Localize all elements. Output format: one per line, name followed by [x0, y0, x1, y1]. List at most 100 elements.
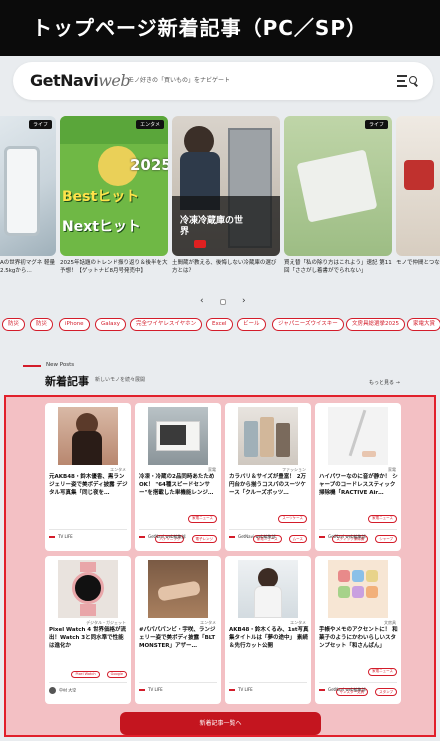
card-category: エンタメ	[136, 120, 164, 129]
tag-chip[interactable]: 防災	[2, 318, 26, 331]
card-caption: 2025年話題のトレンド振り返り＆後半を大予想！【ゲットナビ8月号発売中】	[60, 260, 168, 274]
post-title: AKB48・鈴木くるみ、1st写真集タイトルは「夢の途中」 素続＆先行カット公開	[229, 627, 309, 649]
more-link[interactable]: もっと見る →	[369, 379, 400, 386]
tag-chip[interactable]: ビール	[237, 318, 266, 331]
carousel-pager: ‹ ›	[198, 296, 248, 308]
featured-carousel: ライフ Aの世界初マグネ 軽量2.5kgから… 2025 Bestヒット Nex…	[0, 116, 440, 294]
cover-subheadline: Nextヒット	[62, 219, 141, 235]
search-icon-handle	[414, 82, 418, 87]
carousel-card[interactable]: ライフ 買え替「私の除り方はこれよう」速記 第11回「ささがし着書がでられない」	[284, 116, 392, 275]
carousel-card[interactable]: ライフ Aの世界初マグネ 軽量2.5kgから…	[0, 116, 56, 275]
post-source: TV LIFE	[229, 687, 253, 692]
post-card[interactable]: エンタメ AKB48・鈴木くるみ、1st写真集タイトルは「夢の途中」 素続＆先行…	[225, 556, 311, 704]
post-tag[interactable]: スーツケース	[278, 514, 307, 523]
tag-list: 防災 防災 iPhone Galaxy 完全ワイヤレスイヤホン Excel ビー…	[0, 318, 440, 332]
tag-chip[interactable]: 完全ワイヤレスイヤホン	[130, 318, 203, 331]
post-card[interactable]: ファッション カラバリ＆サイズが豊富！ 2万円台から揃うコスパのスーツケース「ク…	[225, 403, 311, 551]
post-card[interactable]: 家電 ハイパワーなのに音が静か！ シャープのコードレススティック掃除機「RACT…	[315, 403, 401, 551]
section-title: 新着記事	[45, 375, 89, 388]
pager-next-button[interactable]: ›	[242, 296, 246, 306]
card-category: ライフ	[364, 120, 388, 129]
section-accent-bar	[23, 365, 41, 367]
page-title: トップページ新着記事（PC／SP）	[0, 0, 440, 56]
post-thumbnail	[238, 407, 298, 465]
pager-prev-button[interactable]: ‹	[200, 296, 204, 306]
site-tagline: モノ好きの「買いもの」をナビゲート	[128, 77, 231, 84]
menu-search-button[interactable]	[397, 72, 418, 90]
post-tag[interactable]: 家電ニュース	[368, 514, 397, 523]
tag-chip[interactable]: iPhone	[59, 318, 90, 331]
divider	[139, 682, 217, 683]
screenshot-area: GetNaviweb モノ好きの「買いもの」をナビゲート ライフ Aの世界初マグ…	[0, 56, 440, 741]
pager-dot[interactable]	[220, 299, 226, 305]
divider	[319, 682, 397, 683]
carousel-card[interactable]: 2025 Bestヒット Nextヒット エンタメ 2025年話題のトレンド振り…	[60, 116, 168, 275]
cover-year: 2025	[130, 156, 168, 174]
post-title: 元AKB48・鈴木優香、黒ランジェリー姿で美ボディ披露 デジタル写真集「同じ夜を…	[49, 474, 128, 496]
tag-chip[interactable]: ジャパニーズウイスキー	[272, 318, 344, 331]
post-tag[interactable]: スタンプ	[375, 688, 397, 696]
post-source: GetNavi web編集部	[229, 534, 276, 540]
post-card[interactable]: 文房具 手帳やメモのアクセントに！ 和菓子のようにかわいらしいスタンプセット「和…	[315, 556, 401, 704]
menu-line	[397, 80, 405, 82]
section-label-en: New Posts	[46, 362, 75, 368]
divider	[49, 529, 127, 530]
post-tag[interactable]: ムース	[288, 535, 307, 543]
post-card[interactable]: デジタル・ガジェット Pixel Watch 4 世界価格が流出！Watch 3…	[45, 556, 131, 704]
post-thumbnail	[328, 560, 388, 618]
post-title: 手帳やメモのアクセントに！ 和菓子のようにかわいらしいスタンプセット「和さんぱん…	[319, 627, 398, 649]
card-caption: 土間蔵が教える、後悔しない冷蔵庫の選び方とは？	[172, 260, 277, 274]
carousel-card[interactable]: 冷凍冷蔵庫の世界 土間蔵が教える、後悔しない冷蔵庫の選び方とは？	[172, 116, 280, 275]
card-caption: モノで仲間とつなー一連携コミュ…	[396, 260, 440, 266]
post-tag[interactable]: 家電ニュース	[188, 514, 217, 523]
play-icon[interactable]	[194, 240, 206, 248]
post-tag[interactable]: 電子レンジ	[191, 535, 217, 543]
post-title: #パパパパンビ・宇咲、ランジェリー姿で美ボディ披露「BLT MONSTER」アザ…	[139, 627, 216, 649]
divider	[229, 682, 307, 683]
post-card[interactable]: 家電 冷凍・冷蔵の2品同時あたためOK！ "64種スピードセンサー"を搭載した単…	[135, 403, 221, 551]
tag-chip[interactable]: Excel	[206, 318, 233, 331]
divider	[319, 529, 397, 530]
post-tags: Pixel Watch Google	[49, 660, 127, 680]
post-thumbnail	[148, 407, 208, 465]
card-category: ライフ	[28, 120, 52, 129]
post-thumbnail	[328, 407, 388, 465]
post-tag[interactable]: Pixel Watch	[71, 670, 100, 678]
divider	[229, 529, 307, 530]
post-thumbnail	[148, 560, 208, 618]
tag-chip[interactable]: 家電大賞	[407, 318, 440, 331]
post-thumbnail	[238, 560, 298, 618]
post-tag[interactable]: Google	[106, 670, 127, 678]
tag-chip[interactable]: 防災	[30, 318, 54, 331]
post-title: カラバリ＆サイズが豊富！ 2万円台から揃うコスパのスーツケース「クルーズボッツ…	[229, 474, 307, 496]
all-posts-button[interactable]: 新着記事一覧へ	[120, 712, 321, 735]
post-title: ハイパワーなのに音が静か！ シャープのコードレススティック掃除機「RACTIVE…	[319, 474, 398, 496]
post-source: GetNavi web編集部	[319, 534, 366, 540]
new-posts-grid: エンタメ 元AKB48・鈴木優香、黒ランジェリー姿で美ボディ披露 デジタル写真集…	[4, 395, 436, 737]
post-source: GetNavi web編集部	[319, 687, 366, 693]
post-thumbnail	[58, 560, 118, 618]
divider	[139, 529, 217, 530]
post-tag[interactable]: シャープ	[375, 535, 397, 543]
site-logo[interactable]: GetNaviweb	[30, 71, 131, 90]
post-source: TV LIFE	[139, 687, 163, 692]
post-source: TV LIFE	[49, 534, 73, 539]
post-card[interactable]: エンタメ #パパパパンビ・宇咲、ランジェリー姿で美ボディ披露「BLT MONST…	[135, 556, 221, 704]
post-card[interactable]: エンタメ 元AKB48・鈴木優香、黒ランジェリー姿で美ボディ披露 デジタル写真集…	[45, 403, 131, 551]
carousel-card[interactable]: モノで仲間とつなー一連携コミュ…	[396, 116, 440, 275]
site-header: GetNaviweb モノ好きの「買いもの」をナビゲート	[13, 62, 433, 100]
menu-line	[397, 85, 407, 87]
post-thumbnail	[58, 407, 118, 465]
tag-chip[interactable]: Galaxy	[95, 318, 127, 331]
tag-chip[interactable]: 文房具総選挙2025	[346, 318, 405, 331]
post-title: Pixel Watch 4 世界価格が流出！Watch 3と同水準で性能は進化か	[49, 627, 127, 649]
cover-headline: Bestヒット	[62, 189, 140, 205]
post-source: 中村 大空	[49, 687, 76, 694]
logo-main: GetNavi	[30, 71, 99, 90]
menu-line	[397, 75, 407, 77]
post-tag[interactable]: 家電ニュース	[368, 667, 397, 676]
video-title: 冷凍冷蔵庫の世界	[180, 216, 244, 237]
card-caption: 買え替「私の除り方はこれよう」速記 第11回「ささがし着書がでられない」	[284, 260, 392, 274]
divider	[49, 682, 127, 683]
logo-sub: web	[98, 71, 131, 90]
